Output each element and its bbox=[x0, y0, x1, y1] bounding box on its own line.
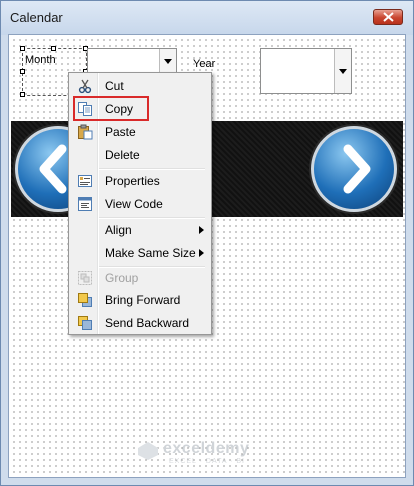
copy-highlight-box bbox=[73, 96, 149, 121]
month-dropdown-button[interactable] bbox=[159, 49, 176, 73]
menu-item-send-backward[interactable]: Send Backward bbox=[71, 312, 209, 334]
scissors-icon bbox=[78, 79, 92, 94]
menu-item-label: Align bbox=[105, 223, 132, 237]
submenu-arrow-icon bbox=[199, 249, 204, 257]
menu-item-group: Group bbox=[71, 267, 209, 289]
menu-item-cut[interactable]: Cut bbox=[71, 75, 209, 97]
send-backward-icon bbox=[78, 316, 92, 330]
title-bar: Calendar bbox=[1, 1, 413, 35]
menu-item-properties[interactable]: Properties bbox=[71, 170, 209, 192]
close-icon bbox=[383, 12, 394, 22]
chevron-down-icon bbox=[339, 69, 347, 74]
submenu-arrow-icon bbox=[199, 226, 204, 234]
properties-icon bbox=[78, 175, 92, 187]
year-combobox[interactable] bbox=[260, 48, 352, 94]
menu-item-bring-forward[interactable]: Bring Forward bbox=[71, 289, 209, 311]
month-label[interactable]: Month bbox=[25, 54, 56, 66]
watermark-brand: exceldemy bbox=[163, 440, 250, 457]
menu-item-delete[interactable]: Delete bbox=[71, 144, 209, 166]
window-title: Calendar bbox=[10, 10, 63, 25]
resize-handle[interactable] bbox=[51, 46, 56, 51]
resize-handle[interactable] bbox=[20, 92, 25, 97]
resize-handle[interactable] bbox=[20, 46, 25, 51]
month-combobox[interactable] bbox=[87, 48, 177, 74]
watermark-tagline: EXCEL · DATA · BI bbox=[169, 458, 245, 465]
group-icon bbox=[78, 271, 92, 285]
menu-item-label: Delete bbox=[105, 148, 140, 162]
year-label: Year bbox=[193, 58, 216, 70]
menu-item-label: Paste bbox=[105, 125, 136, 139]
menu-item-make-same-size[interactable]: Make Same Size bbox=[71, 242, 209, 264]
bring-forward-icon bbox=[78, 293, 92, 307]
paste-icon bbox=[78, 124, 93, 140]
menu-item-label: Make Same Size bbox=[105, 246, 196, 260]
menu-item-label: Cut bbox=[105, 79, 124, 93]
view-code-icon bbox=[78, 197, 92, 211]
menu-item-label: Group bbox=[105, 271, 139, 285]
exceldemy-logo-icon bbox=[138, 442, 158, 460]
menu-item-label: Bring Forward bbox=[105, 293, 181, 307]
menu-item-paste[interactable]: Paste bbox=[71, 121, 209, 143]
menu-item-label: Properties bbox=[105, 174, 160, 188]
next-month-button[interactable] bbox=[311, 126, 397, 212]
menu-item-label: View Code bbox=[105, 197, 163, 211]
year-dropdown-button[interactable] bbox=[334, 49, 351, 93]
menu-item-view-code[interactable]: View Code bbox=[71, 193, 209, 215]
resize-handle[interactable] bbox=[20, 69, 25, 74]
close-button[interactable] bbox=[373, 9, 403, 25]
chevron-down-icon bbox=[164, 59, 172, 64]
menu-item-label: Send Backward bbox=[105, 316, 190, 330]
menu-item-align[interactable]: Align bbox=[71, 219, 209, 241]
chevron-right-icon bbox=[343, 144, 371, 194]
